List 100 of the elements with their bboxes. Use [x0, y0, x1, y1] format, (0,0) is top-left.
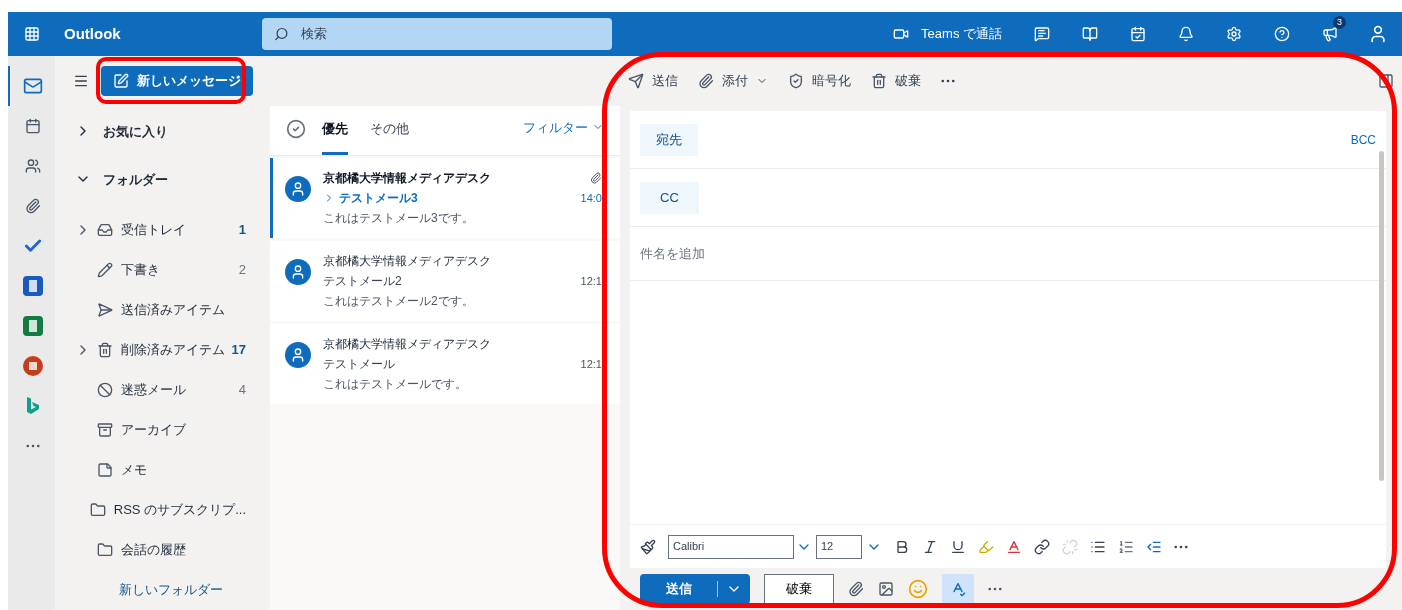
folder-name: 下書き — [121, 261, 161, 280]
compose-icon — [113, 73, 129, 89]
italic-icon — [922, 538, 938, 555]
mail-icon — [22, 76, 43, 96]
toolbar-button[interactable]: 破棄 — [871, 71, 921, 91]
sender-name: 京都橘大学情報メディアデスク — [323, 253, 492, 270]
editor-icon[interactable] — [942, 574, 974, 604]
teams-call-button[interactable]: Teams で通話 — [893, 24, 1002, 44]
font-color-icon — [1006, 538, 1022, 555]
message-preview: これはテストメール2です。 — [323, 293, 475, 310]
folder-item[interactable]: 下書き 2 — [55, 250, 270, 290]
paperclip-icon — [698, 73, 714, 89]
filter-button[interactable]: フィルター — [523, 117, 604, 137]
message-time: 12:1 — [580, 357, 602, 372]
pencil-icon — [97, 262, 113, 278]
message-time: 12:1 — [580, 274, 602, 289]
avatar-icon — [285, 342, 311, 368]
folders-header[interactable]: フォルダー — [55, 156, 270, 202]
inbox-tab[interactable]: その他 — [370, 118, 409, 155]
toolbar-button[interactable]: 送信 — [628, 71, 678, 91]
cc-button[interactable]: CC — [640, 181, 699, 214]
bold-icon — [894, 538, 910, 555]
inbox-tab[interactable]: 優先 — [322, 118, 348, 155]
format-painter-icon — [640, 538, 656, 555]
favorites-header[interactable]: お気に入り — [55, 106, 270, 157]
trash-icon — [97, 342, 113, 358]
avatar-icon — [285, 176, 311, 202]
search-field[interactable]: 検索 — [262, 18, 612, 50]
folder-item[interactable]: メモ — [55, 450, 270, 490]
new-message-button[interactable]: 新しいメッセージ — [101, 66, 253, 96]
notification-badge: 3 — [1333, 16, 1346, 29]
block-icon — [97, 382, 113, 398]
folder-item[interactable]: 迷惑メール 4 — [55, 370, 270, 410]
word-app-icon — [22, 276, 43, 296]
message-subject: テストメール3 — [339, 190, 418, 207]
paperclip-icon — [24, 198, 41, 214]
underline-icon — [950, 538, 966, 555]
toolbar-button[interactable]: 暗号化 — [788, 71, 851, 91]
link-icon — [1034, 538, 1050, 555]
excel-app-icon — [22, 316, 43, 336]
search-input[interactable]: 検索 — [300, 24, 600, 44]
select-all-icon[interactable] — [286, 119, 306, 139]
folder-name: 会話の履歴 — [121, 541, 187, 560]
emoji-icon — [908, 579, 928, 599]
message-item[interactable]: 京都橘大学情報メディアデスク テストメール これはテストメールです。 12:1 — [270, 324, 620, 404]
image-icon — [878, 581, 894, 597]
bing-icon — [24, 396, 41, 416]
folder-item[interactable]: アーカイブ — [55, 410, 270, 450]
message-item[interactable]: 京都橘大学情報メディアデスク テストメール2 これはテストメール2です。 12:1 — [270, 241, 620, 321]
folder-name: アーカイブ — [121, 421, 187, 440]
menu-icon[interactable] — [73, 73, 89, 89]
to-button[interactable]: 宛先 — [640, 123, 698, 156]
archive-icon — [97, 422, 113, 438]
people-icon — [24, 158, 41, 174]
folder-name: 受信トレイ — [121, 221, 187, 240]
more-icon[interactable] — [988, 587, 1002, 591]
calendar-icon — [24, 118, 41, 134]
folder-name: 送信済みアイテム — [121, 301, 226, 320]
font-size-select[interactable]: 12 — [816, 534, 862, 559]
more-icon[interactable] — [25, 444, 40, 448]
megaphone-icon[interactable] — [1322, 26, 1338, 42]
folder-name: メモ — [121, 461, 148, 480]
note-icon — [97, 462, 113, 478]
numbered-list-icon — [1118, 538, 1134, 555]
video-camera-icon — [893, 26, 910, 42]
message-item[interactable]: 京都橘大学情報メディアデスク テストメール3 これはテストメール3です。 14:0 — [270, 158, 620, 238]
powerpoint-app-icon — [22, 356, 43, 376]
message-preview: これはテストメールです。 — [323, 376, 468, 393]
trash-icon — [871, 73, 887, 89]
message-subject: テストメール — [323, 356, 395, 373]
discard-button[interactable]: 破棄 — [764, 574, 834, 604]
folder-item[interactable]: 受信トレイ 1 — [55, 210, 270, 250]
unread-count: 4 — [238, 381, 246, 400]
sender-name: 京都橘大学情報メディアデスク — [323, 170, 492, 187]
sender-name: 京都橘大学情報メディアデスク — [323, 336, 492, 353]
highlighter-icon — [978, 538, 994, 555]
more-icon[interactable] — [941, 79, 955, 83]
message-subject: テストメール2 — [323, 273, 402, 290]
font-select[interactable]: Calibri — [668, 534, 794, 559]
folder-name: 迷惑メール — [121, 381, 187, 400]
send-icon — [97, 302, 113, 318]
folder-item[interactable]: 削除済みアイテム 17 — [55, 330, 270, 370]
folder-item[interactable]: RSS のサブスクリプ... — [55, 490, 270, 530]
bcc-link[interactable]: BCC — [1350, 130, 1376, 149]
more-icon[interactable] — [1174, 544, 1188, 549]
panel-icon[interactable] — [1378, 73, 1394, 89]
paperclip-icon — [848, 581, 864, 597]
new-folder-link[interactable]: 新しいフォルダー — [55, 570, 223, 610]
app-name: Outlook — [64, 23, 122, 44]
attachment-icon — [590, 172, 602, 184]
send-button[interactable]: 送信 — [640, 574, 750, 604]
unread-count: 1 — [238, 221, 246, 240]
folder-item[interactable]: 送信済みアイテム — [55, 290, 270, 330]
folder-item[interactable]: 会話の履歴 — [55, 530, 270, 570]
message-time: 14:0 — [580, 191, 602, 206]
folder-icon — [97, 542, 113, 558]
shield-icon — [788, 73, 804, 89]
folder-name: 削除済みアイテム — [121, 341, 226, 360]
toolbar-button[interactable]: 添付 — [698, 71, 768, 91]
unlink-icon — [1062, 538, 1078, 555]
